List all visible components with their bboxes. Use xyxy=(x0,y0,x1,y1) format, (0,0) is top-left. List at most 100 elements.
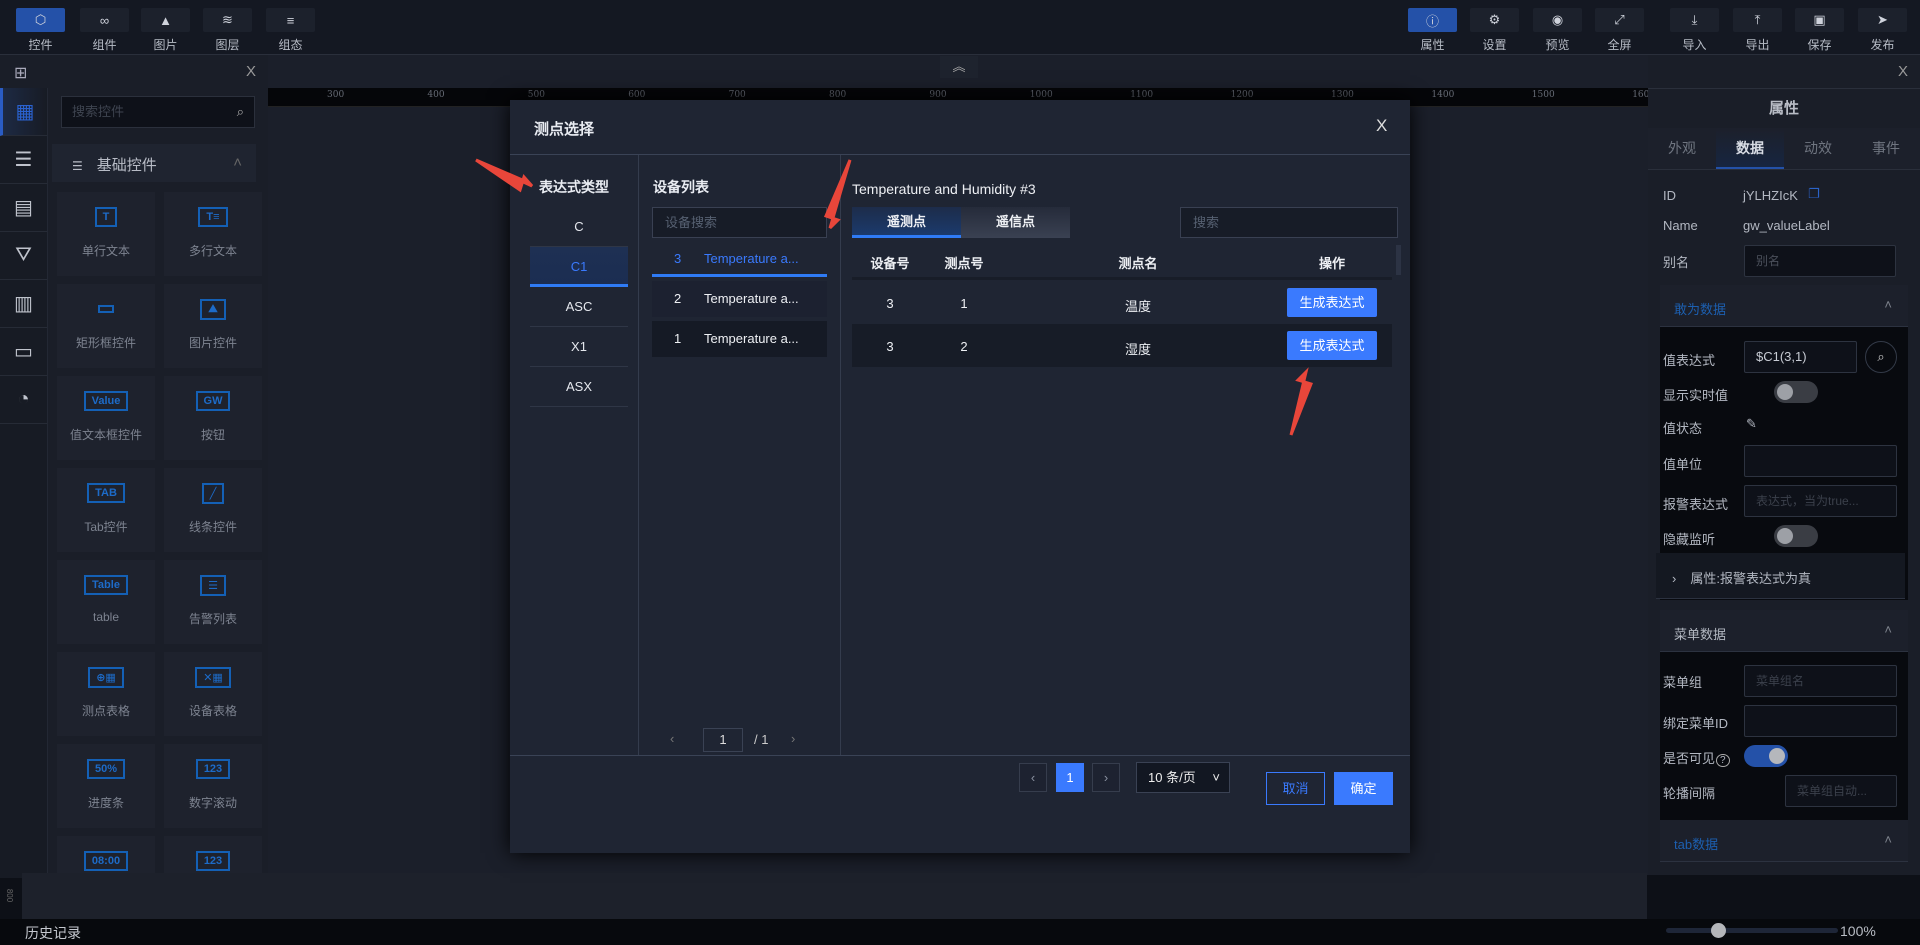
dialog-close-button[interactable]: X xyxy=(1376,116,1387,136)
device-search-input[interactable]: 设备搜索 xyxy=(652,207,827,238)
left-panel-close[interactable]: X xyxy=(246,63,256,80)
zoom-slider[interactable] xyxy=(1666,923,1838,938)
tab-2[interactable]: 动效 xyxy=(1784,128,1852,169)
control-card[interactable]: ☰ 告警列表 xyxy=(164,560,262,644)
expression-type-C[interactable]: C xyxy=(530,207,628,247)
rail-item-4[interactable]: ▥ xyxy=(0,280,47,328)
control-card[interactable]: Table table xyxy=(57,560,155,644)
toolbar-button-right-3[interactable]: ⤢ 全屏 xyxy=(1595,8,1644,53)
expression-type-X1[interactable]: X1 xyxy=(530,327,628,367)
toolbar-button-right-2[interactable]: ◉ 预览 xyxy=(1533,8,1582,53)
control-card[interactable]: 矩形框控件 xyxy=(57,284,155,368)
ruler-label: 300 xyxy=(327,90,345,100)
device-page-input[interactable]: 1 xyxy=(703,728,743,752)
toolbar-button-right-6[interactable]: ▣ 保存 xyxy=(1795,8,1844,53)
interval-input[interactable]: 菜单组自动... xyxy=(1785,775,1897,807)
control-card[interactable]: ✕▦ 设备表格 xyxy=(164,652,262,736)
control-card[interactable]: Value 值文本框控件 xyxy=(57,376,155,460)
menu-group-input[interactable]: 菜单组名 xyxy=(1744,665,1897,697)
control-card[interactable]: 123 xyxy=(164,836,262,873)
toolbar-button-0[interactable]: ⬡ 控件 xyxy=(16,8,65,53)
alarm-attr-row[interactable]: › 属性:报警表达式为真 xyxy=(1656,553,1905,599)
section-tab-header[interactable]: tab数据 ˄ xyxy=(1660,820,1908,862)
toolbar-button-right-4[interactable]: ⤓ 导入 xyxy=(1670,8,1719,53)
control-card[interactable]: T≡ 多行文本 xyxy=(164,192,262,276)
edit-pencil-icon[interactable]: ✎ xyxy=(1746,416,1757,432)
control-card[interactable]: 50% 进度条 xyxy=(57,744,155,828)
value-expr-label: 值表达式 xyxy=(1663,353,1716,368)
search-icon[interactable]: ⌕ xyxy=(237,97,244,127)
rail-item-2[interactable]: ▤ xyxy=(0,184,47,232)
control-search-input[interactable]: 搜索控件 ⌕ xyxy=(61,96,255,128)
alias-input[interactable]: 别名 xyxy=(1744,245,1896,277)
expression-type-ASX[interactable]: ASX xyxy=(530,367,628,407)
rail-item-5[interactable]: ▭ xyxy=(0,328,47,376)
section-menu-header[interactable]: 菜单数据 ˄ xyxy=(1660,610,1908,652)
right-panel-close[interactable]: X xyxy=(1898,63,1908,80)
prev-page-button[interactable]: ‹ xyxy=(1019,763,1047,792)
generate-expression-button[interactable]: 生成表达式 xyxy=(1287,288,1377,317)
generate-expression-button[interactable]: 生成表达式 xyxy=(1287,331,1377,360)
toolbar-button-3[interactable]: ≋ 图层 xyxy=(203,8,252,53)
next-page-button[interactable]: › xyxy=(1092,763,1120,792)
confirm-button[interactable]: 确定 xyxy=(1334,772,1393,805)
tab-3[interactable]: 事件 xyxy=(1852,128,1920,169)
history-label[interactable]: 历史记录 xyxy=(25,923,81,943)
hide-listen-toggle[interactable] xyxy=(1774,525,1818,547)
control-card[interactable]: 123 数字滚动 xyxy=(164,744,262,828)
ruler-label: 1500 xyxy=(1531,90,1555,100)
rail-item-3[interactable]: ⛛ xyxy=(0,232,47,280)
page-1-button[interactable]: 1 xyxy=(1056,763,1084,792)
rail-item-1[interactable]: ☰ xyxy=(0,136,47,184)
rail-item-6[interactable]: ◔ xyxy=(0,376,47,424)
tab-0[interactable]: 外观 xyxy=(1648,128,1716,169)
visible-toggle[interactable] xyxy=(1744,745,1788,767)
device-prev-page[interactable]: ‹ xyxy=(670,731,674,746)
toolbar-button-right-5[interactable]: ⤒ 导出 xyxy=(1733,8,1782,53)
rail-item-0[interactable]: ▦ xyxy=(0,88,47,136)
control-card[interactable]: TAB Tab控件 xyxy=(57,468,155,552)
cancel-button[interactable]: 取消 xyxy=(1266,772,1325,805)
section-data-header[interactable]: 敢为数据 ˄ xyxy=(1660,285,1908,327)
zoom-slider-handle[interactable] xyxy=(1710,923,1726,938)
value-expr-input[interactable]: $C1(3,1) xyxy=(1744,341,1857,373)
device-row[interactable]: 2 Temperature a... xyxy=(652,281,827,317)
bind-menu-input[interactable] xyxy=(1744,705,1897,737)
control-card[interactable]: GW 按钮 xyxy=(164,376,262,460)
control-card[interactable]: ⊕▦ 测点表格 xyxy=(57,652,155,736)
collapse-toolbar-button[interactable]: ︽ xyxy=(940,56,978,78)
point-search-input[interactable]: 搜索 xyxy=(1180,207,1398,238)
page-size-select[interactable]: 10 条/页 ˅ xyxy=(1136,762,1230,793)
value-unit-input[interactable] xyxy=(1744,445,1897,477)
table-scrollbar[interactable] xyxy=(1396,245,1401,275)
expression-type-C1[interactable]: C1 xyxy=(530,247,628,287)
ruler-label: 1200 xyxy=(1230,90,1254,100)
control-card[interactable]: ⛰ 图片控件 xyxy=(164,284,262,368)
toolbar-button-2[interactable]: ▲ 图片 xyxy=(141,8,190,53)
copy-icon[interactable]: ❐ xyxy=(1808,186,1820,202)
video-icon: ▭ xyxy=(14,341,33,363)
device-next-page[interactable]: › xyxy=(791,731,795,746)
cell-point: 1 xyxy=(960,296,968,311)
point-tab-0[interactable]: 遥测点 xyxy=(852,207,961,238)
device-row[interactable]: 1 Temperature a... xyxy=(652,321,827,357)
alarm-expr-input[interactable]: 表达式，当为true... xyxy=(1744,485,1897,517)
toolbar-button-1[interactable]: ∞ 组件 xyxy=(80,8,129,53)
control-icon-text: 50% xyxy=(86,759,126,779)
toolbar-button-right-7[interactable]: ➤ 发布 xyxy=(1858,8,1907,53)
history-area xyxy=(22,873,1647,919)
control-card[interactable]: T 单行文本 xyxy=(57,192,155,276)
section-basic-controls[interactable]: ☰ 基础控件 ˄ xyxy=(52,144,256,182)
toolbar-button-4[interactable]: ≡ 组态 xyxy=(266,8,315,53)
show-realtime-toggle[interactable] xyxy=(1774,381,1818,403)
search-icon[interactable]: ⌕ xyxy=(1865,341,1897,373)
device-row[interactable]: 3 Temperature a... xyxy=(652,241,827,277)
control-card[interactable]: 08:00 xyxy=(57,836,155,873)
help-icon[interactable]: ? xyxy=(1716,754,1730,767)
point-tab-1[interactable]: 遥信点 xyxy=(961,207,1070,238)
toolbar-button-right-1[interactable]: ⚙ 设置 xyxy=(1470,8,1519,53)
control-card[interactable]: ╱ 线条控件 xyxy=(164,468,262,552)
toolbar-button-right-0[interactable]: ⓘ 属性 xyxy=(1408,8,1457,53)
expression-type-ASC[interactable]: ASC xyxy=(530,287,628,327)
tab-1[interactable]: 数据 xyxy=(1716,128,1784,169)
